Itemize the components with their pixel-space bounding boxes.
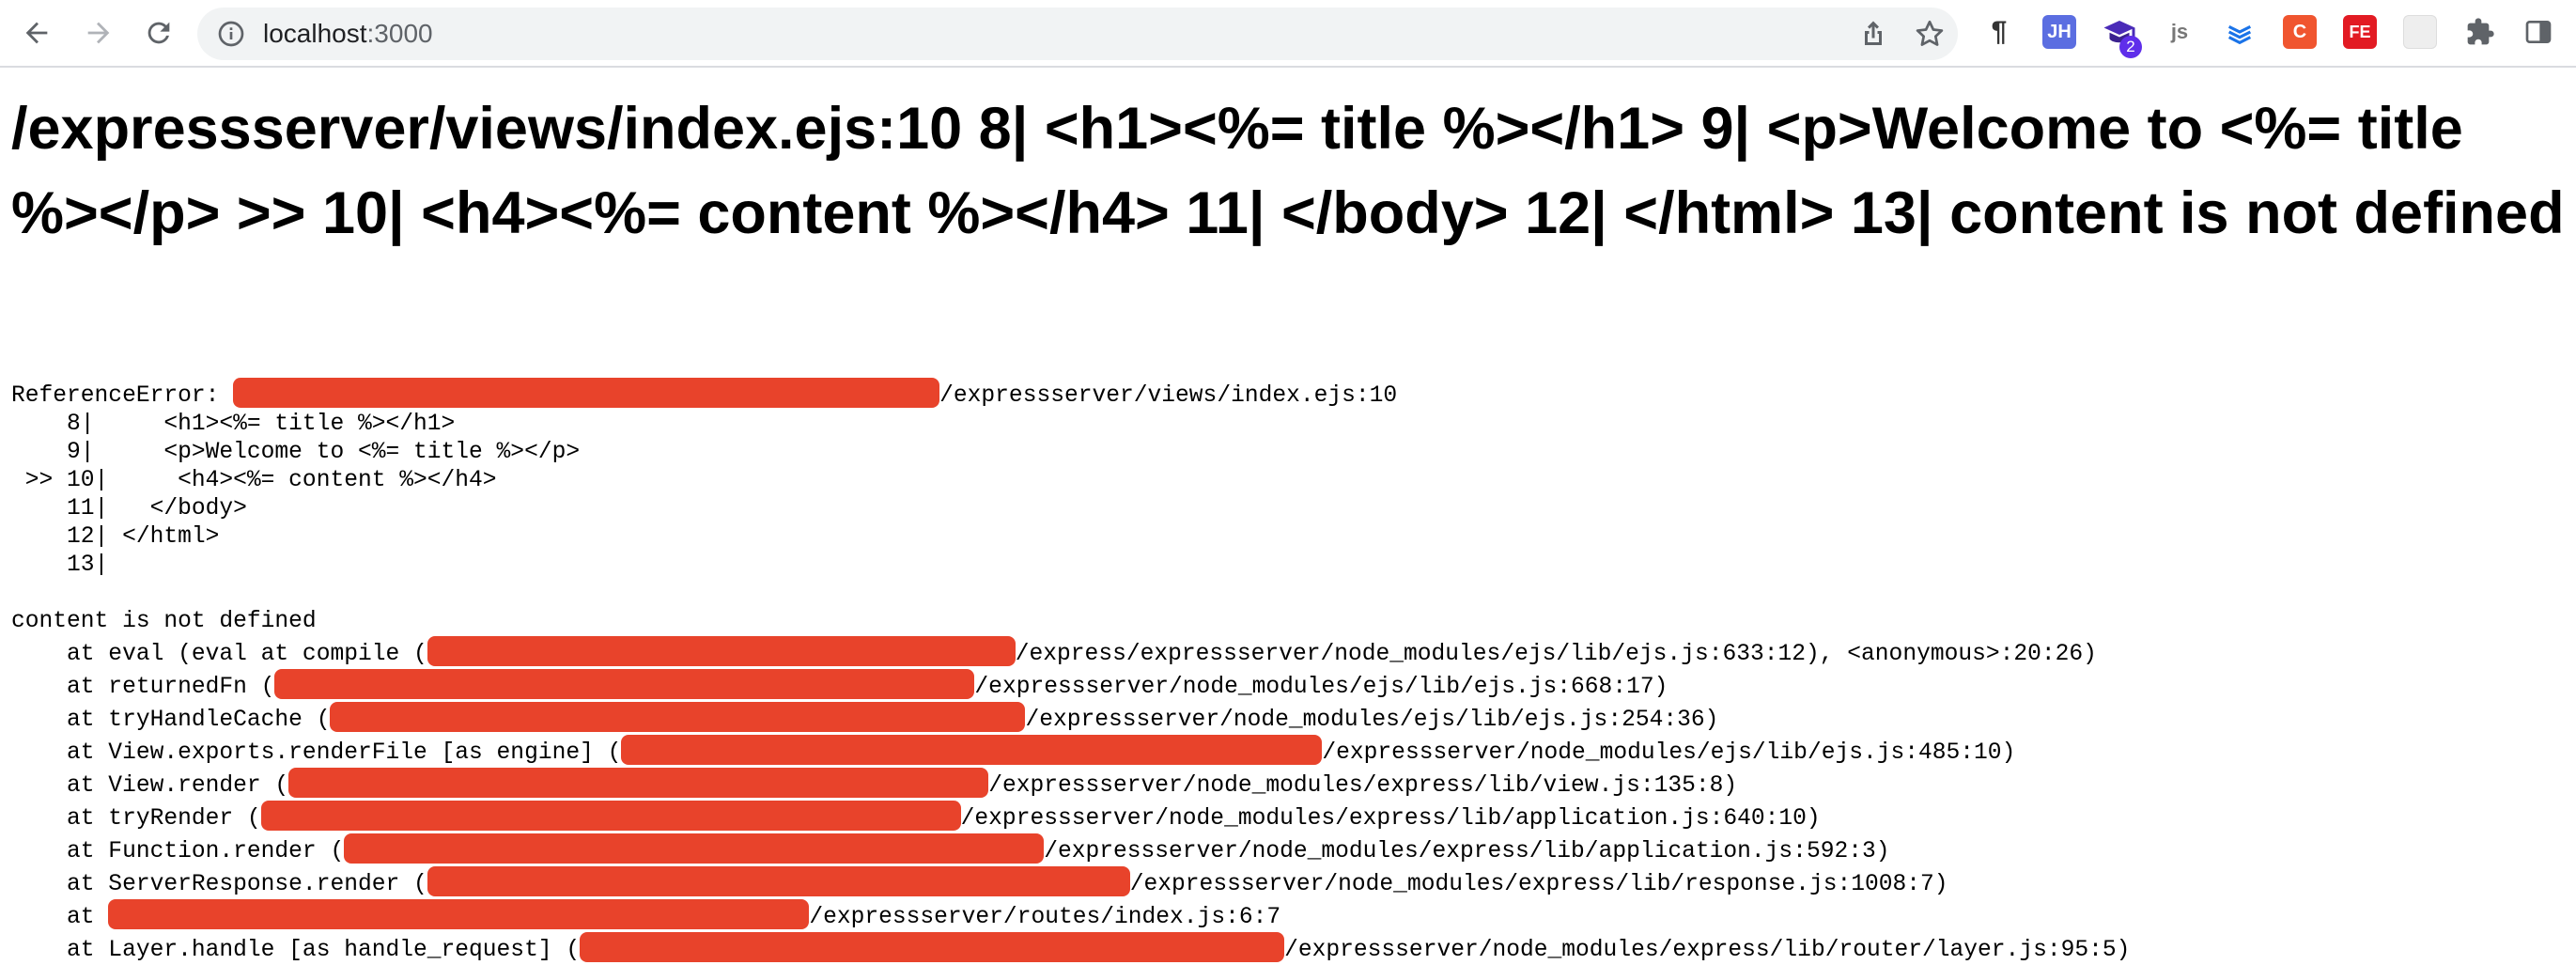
grid-icon[interactable] — [2403, 15, 2437, 49]
code-line: 13| — [11, 553, 109, 578]
stack-frame: at tryRender (/expressserver/node_module… — [11, 801, 1821, 832]
address-bar[interactable]: localhost:3000 — [197, 8, 1958, 60]
side-panel-icon[interactable] — [2522, 15, 2555, 49]
code-line: 9| <p>Welcome to <%= title %></p> — [11, 440, 581, 465]
fe-icon[interactable]: FE — [2343, 15, 2377, 49]
reload-button[interactable] — [137, 11, 180, 54]
redacted-path — [580, 932, 1285, 962]
code-line: 11| </body> — [11, 496, 247, 521]
redacted-path — [108, 899, 810, 929]
redacted-path — [274, 669, 975, 699]
jh-label: JH — [2047, 21, 2072, 42]
jh-icon[interactable]: JH — [2042, 15, 2076, 49]
stack-frame: at /expressserver/routes/index.js:6:7 — [11, 899, 1280, 930]
redacted-path — [427, 866, 1130, 896]
stack-frame: at eval (eval at compile (/express/expre… — [11, 636, 2097, 667]
js-label: js — [2170, 20, 2189, 43]
puzzle-icon[interactable] — [2463, 15, 2497, 49]
side-panel-shape — [2525, 21, 2552, 43]
redacted-path — [330, 702, 1026, 732]
stack-frame: at tryHandleCache (/expressserver/node_m… — [11, 702, 1718, 733]
extension-badge: 2 — [2119, 36, 2142, 58]
browser-toolbar: localhost:3000 ¶ JH 2 js C FE — [0, 0, 2576, 68]
url-port: :3000 — [366, 19, 433, 48]
c-label: C — [2292, 21, 2307, 42]
reference-error-prefix: ReferenceError: — [11, 383, 234, 409]
reload-icon — [147, 22, 170, 44]
redacted-path — [233, 378, 940, 408]
layers-icon[interactable] — [2223, 15, 2257, 49]
stack-frame: at Layer.handle [as handle_request] (/ex… — [11, 932, 2130, 963]
stack-frame: at returnedFn (/expressserver/node_modul… — [11, 669, 1668, 700]
code-line: 8| <h1><%= title %></h1> — [11, 412, 456, 437]
arrow-right-icon — [87, 22, 110, 44]
redacted-path — [621, 735, 1323, 765]
star-icon[interactable] — [1913, 17, 1947, 51]
error-page: /expressserver/views/index.ejs:10 8| <h1… — [0, 68, 2576, 963]
pilcrow-label: ¶ — [1991, 16, 2008, 47]
c-icon[interactable]: C — [2283, 15, 2317, 49]
url-text[interactable]: localhost:3000 — [263, 8, 433, 60]
redacted-path — [288, 768, 989, 798]
url-host: localhost — [263, 19, 367, 48]
js-icon[interactable]: js — [2163, 15, 2196, 49]
redacted-path — [427, 636, 1016, 666]
pilcrow-icon[interactable]: ¶ — [1982, 15, 2016, 49]
arrow-left-icon — [25, 22, 48, 44]
redacted-path — [260, 801, 961, 831]
error-title: /expressserver/views/index.ejs:10 8| <h1… — [11, 96, 2565, 246]
stack-frame: at ServerResponse.render (/expressserver… — [11, 866, 1948, 897]
share-icon[interactable] — [1856, 17, 1890, 51]
error-message: content is not defined — [11, 609, 317, 634]
code-line: >> 10| <h4><%= content %></h4> — [11, 468, 497, 493]
back-button[interactable] — [15, 11, 58, 54]
redacted-path — [344, 833, 1045, 864]
stack-frame: at View.render (/expressserver/node_modu… — [11, 768, 1737, 799]
fe-label: FE — [2349, 22, 2371, 41]
puzzle-shape — [2467, 18, 2494, 45]
reference-error-suffix: /expressserver/views/index.ejs:10 — [939, 383, 1398, 409]
forward-button[interactable] — [77, 11, 120, 54]
stack-trace: ReferenceError: /expressserver/views/ind… — [11, 378, 2130, 965]
info-icon[interactable] — [216, 19, 246, 49]
stack-frame: at Function.render (/expressserver/node_… — [11, 833, 1890, 864]
layers-shape — [2227, 24, 2252, 45]
code-line: 12| </html> — [11, 524, 220, 550]
stack-frame: at View.exports.renderFile [as engine] (… — [11, 735, 2015, 766]
